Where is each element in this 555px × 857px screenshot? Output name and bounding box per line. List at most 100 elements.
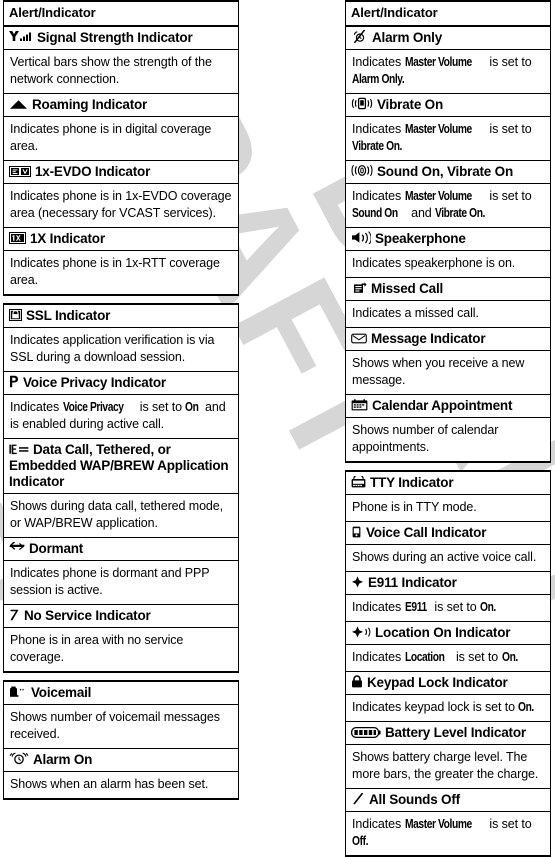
table-row: Roaming Indicator Indicates phone is in d…: [4, 94, 238, 161]
table-row: Alarm Only Indicates Master Volume is set…: [346, 27, 550, 94]
right-column: Alert/Indicator Alarm Only Indicates Maste…: [345, 0, 551, 857]
indicator-title-label: Message Indicator: [371, 331, 486, 346]
setting-name: Master Volume: [404, 55, 472, 69]
table-row: Voice Call Indicator Shows during an acti…: [346, 522, 550, 572]
indicator-title-label: Data Call, Tethered, or Embedded WAP/BRE…: [9, 442, 229, 489]
column-header-label: Alert/Indicator: [351, 5, 438, 20]
indicator-title-cell: Signal Strength Indicator: [4, 27, 238, 50]
setting-name: Vibrate On.: [352, 139, 402, 153]
indicator-title-cell: Speakerphone: [346, 228, 550, 251]
table-row: TTY Indicator Phone is in TTY mode.: [346, 472, 550, 522]
voicemail-icon: [9, 686, 27, 698]
indicator-description: Indicates Master Volume is set to Off.: [346, 812, 550, 855]
indicator-title-label: Keypad Lock Indicator: [367, 675, 508, 690]
indicator-title-label: Voice Privacy Indicator: [23, 375, 166, 390]
description-text: and: [407, 206, 436, 220]
indicator-description: Indicates Master Volume is set to Alarm …: [346, 50, 550, 93]
table-row: Signal Strength Indicator Vertical bars s…: [4, 27, 238, 94]
indicator-title-cell: Battery Level Indicator: [346, 722, 550, 745]
indicator-title-label: Voice Call Indicator: [366, 525, 487, 540]
setting-name: Voice Privacy: [62, 400, 124, 414]
setting-name: Off.: [352, 834, 369, 848]
tty-icon: [351, 476, 366, 488]
setting-name: Master Volume: [404, 122, 472, 136]
description-text: Indicates: [352, 122, 405, 136]
indicator-description: Indicates E911 is set to On.: [346, 595, 550, 621]
indicator-title-cell: 1x-EVDO Indicator: [4, 161, 238, 184]
indicator-title-cell: TTY Indicator: [346, 472, 550, 495]
indicator-table: TTY Indicator Phone is in TTY mode. Voice …: [345, 470, 551, 857]
table-row: Voice Privacy Indicator Indicates Voice P…: [4, 372, 238, 439]
ssl-lock-badge-icon: [9, 309, 22, 321]
data-call-icon: [9, 444, 29, 455]
table-row: Alarm On Shows when an alarm has been set…: [4, 749, 238, 798]
battery-level-icon: [351, 727, 381, 738]
table-row: Speakerphone Indicates speakerphone is on…: [346, 228, 550, 278]
evdo-badge-icon: [9, 166, 31, 177]
indicator-title-cell: No Service Indicator: [4, 605, 238, 628]
message-envelope-icon: [351, 333, 367, 344]
setting-name: On.: [501, 650, 518, 664]
indicator-description: Indicates Master Volume is set to Sound …: [346, 184, 550, 227]
indicator-description: Shows during an active voice call.: [352, 550, 537, 564]
indicator-description: Indicates speakerphone is on.: [352, 256, 516, 270]
indicator-description: Indicates phone is in 1x-EVDO coverage a…: [10, 189, 232, 220]
indicator-description: Indicates phone is in 1x-RTT coverage ar…: [10, 256, 220, 287]
indicator-table: Alert/Indicator Alarm Only Indicates Maste…: [345, 0, 551, 463]
indicator-description: Indicates keypad lock is set to On.: [346, 695, 550, 721]
indicator-title-label: TTY Indicator: [370, 475, 454, 490]
table-row: Missed Call Indicates a missed call.: [346, 278, 550, 328]
e911-cross-icon: [351, 576, 364, 588]
table-row: 1x-EVDO Indicator Indicates phone is in 1…: [4, 161, 238, 228]
indicator-title-label: Sound On, Vibrate On: [377, 164, 514, 179]
indicator-title-cell: Dormant: [4, 538, 238, 561]
setting-name: Location: [404, 650, 445, 664]
setting-name: On.: [518, 700, 535, 714]
indicator-description: Shows when an alarm has been set.: [10, 777, 209, 791]
setting-name: E911: [404, 600, 427, 614]
description-text: Indicates: [352, 817, 405, 831]
speakerphone-icon: [351, 231, 371, 244]
table-header-row: Alert/Indicator: [346, 2, 550, 27]
indicator-title-label: All Sounds Off: [369, 792, 460, 807]
missed-call-icon: [351, 282, 367, 294]
sound-vibrate-icon: [351, 164, 373, 177]
setting-name: Alarm Only.: [352, 72, 405, 86]
calendar-icon: [351, 399, 368, 411]
indicator-description: Indicates phone is in digital coverage a…: [10, 122, 212, 153]
description-text: Indicates: [352, 189, 405, 203]
table-row: Keypad Lock Indicator Indicates keypad lo…: [346, 672, 550, 722]
indicator-description: Shows number of voicemail messages recei…: [10, 710, 220, 741]
indicator-description: Shows battery charge level. The more bar…: [352, 750, 539, 781]
indicator-title-label: Signal Strength Indicator: [37, 30, 193, 45]
description-text: is set to: [486, 55, 532, 69]
roaming-triangle-icon: [9, 99, 28, 110]
indicator-reference-page: Alert/Indicator Signal Strength Indicator…: [0, 0, 555, 857]
indicator-title-cell: Keypad Lock Indicator: [346, 672, 550, 695]
indicator-title-label: Missed Call: [371, 281, 444, 296]
indicator-title-cell: All Sounds Off: [346, 789, 550, 812]
table-row: Data Call, Tethered, or Embedded WAP/BRE…: [4, 439, 238, 538]
vibrate-on-icon: [351, 97, 373, 110]
table-row: Sound On, Vibrate On Indicates Master Vol…: [346, 161, 550, 228]
indicator-title-cell: Voicemail: [4, 682, 238, 705]
indicator-title-cell: Sound On, Vibrate On: [346, 161, 550, 184]
description-text: is set to: [431, 600, 480, 614]
indicator-title-label: Voicemail: [31, 685, 92, 700]
setting-name: Master Volume: [404, 189, 472, 203]
indicator-title-label: Speakerphone: [375, 231, 466, 246]
indicator-title-cell: Alarm On: [4, 749, 238, 772]
table-row: Dormant Indicates phone is dormant and PP…: [4, 538, 238, 605]
left-column: Alert/Indicator Signal Strength Indicator…: [3, 0, 239, 800]
signal-strength-icon: [9, 30, 33, 43]
table-row: Vibrate On Indicates Master Volume is set…: [346, 94, 550, 161]
table-row: All Sounds Off Indicates Master Volume is…: [346, 789, 550, 855]
indicator-title-label: E911 Indicator: [368, 575, 457, 590]
indicator-table: SSL Indicator Indicates application verif…: [3, 303, 239, 673]
indicator-title-cell: Voice Call Indicator: [346, 522, 550, 545]
indicator-title-cell: Alarm Only: [346, 27, 550, 50]
dormant-arrows-icon: [9, 542, 25, 554]
indicator-title-cell: Data Call, Tethered, or Embedded WAP/BRE…: [4, 439, 238, 494]
table-row: Voicemail Shows number of voicemail messa…: [4, 682, 238, 749]
indicator-description: Indicates a missed call.: [352, 306, 479, 320]
